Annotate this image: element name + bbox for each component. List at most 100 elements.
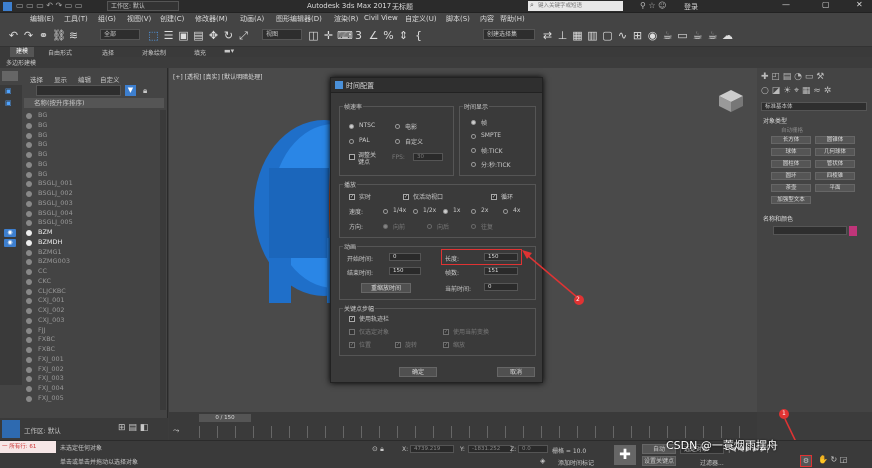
search-input[interactable]: 键入关键字或短语 — [528, 1, 623, 11]
loop-checkbox[interactable]: ✓ — [491, 194, 497, 200]
end-time-input[interactable]: 150 — [389, 267, 421, 275]
scene-explorer-icon[interactable]: ▦ — [571, 29, 584, 43]
scene-object-row[interactable]: CXJ_003 — [24, 316, 164, 326]
frame-ticks-radio[interactable] — [471, 148, 476, 153]
command-panel-tabs[interactable]: ✚ ◰ ▤ ◔ ▭ ⚒ — [761, 72, 824, 82]
scene-object-row[interactable]: CXJ_001 — [24, 296, 164, 306]
bind-spacewarp-icon[interactable]: ≋ — [67, 29, 80, 43]
mirror-icon[interactable]: ⇄ — [541, 29, 554, 43]
speed-half-radio[interactable] — [413, 209, 418, 214]
object-bulb-icon[interactable] — [26, 200, 32, 207]
keyboard-shortcut-icon[interactable]: ⌨ — [337, 29, 353, 43]
geosphere-button[interactable]: 几何球体 — [815, 148, 855, 156]
object-bulb-icon[interactable] — [26, 347, 32, 353]
help-icons[interactable]: ⚲ ☆ ☺ — [640, 1, 666, 10]
object-bulb-icon[interactable] — [26, 122, 32, 129]
current-time-input[interactable]: 0 — [484, 283, 518, 291]
pal-radio[interactable] — [349, 139, 354, 144]
object-bulb-icon[interactable] — [26, 269, 32, 275]
maximize-button[interactable]: ▢ — [822, 0, 830, 9]
render-setup-icon[interactable]: ☕ — [661, 29, 674, 43]
ribbon-tab-freeform[interactable]: 自由形式 — [48, 48, 72, 57]
menu-customize[interactable]: 自定义(U) — [405, 14, 437, 24]
object-bulb-icon[interactable] — [26, 210, 32, 217]
object-bulb-icon[interactable] — [26, 171, 32, 178]
scene-object-row[interactable]: FXBC — [24, 345, 164, 355]
active-viewport-checkbox[interactable]: ✓ — [403, 194, 409, 200]
add-time-tag[interactable]: 添加时间标记 — [558, 458, 594, 467]
maxscript-listener[interactable]: 一 所有行: 61 — [0, 441, 56, 453]
object-bulb-icon[interactable] — [26, 220, 32, 227]
visibility-eye-icon[interactable]: ◉ — [4, 229, 16, 237]
filter-icon[interactable]: ▼ — [125, 85, 136, 96]
select-by-name-icon[interactable]: ☰ — [162, 29, 175, 43]
object-bulb-icon[interactable] — [26, 191, 32, 197]
a360-icon[interactable]: ☁ — [721, 29, 734, 43]
object-bulb-icon[interactable] — [26, 249, 32, 256]
object-bulb-icon[interactable] — [26, 308, 32, 314]
scale-checkbox[interactable]: ✓ — [443, 342, 449, 348]
reference-coord-dropdown[interactable]: 视图 — [262, 29, 302, 40]
render-icon[interactable]: ☕ — [691, 29, 704, 43]
scene-object-row[interactable]: BG — [24, 140, 164, 150]
menu-modifiers[interactable]: 修改器(M) — [195, 14, 228, 24]
object-bulb-icon[interactable] — [26, 366, 32, 373]
menu-content[interactable]: 内容 — [480, 14, 494, 24]
scene-object-row[interactable]: FXJ_005 — [24, 394, 164, 404]
rect-selection-icon[interactable]: ▣ — [177, 29, 190, 43]
adjust-keys-checkbox[interactable] — [349, 154, 355, 160]
time-slider[interactable]: 0 / 150 — [199, 414, 251, 422]
x-coord-input[interactable]: 4739.219 — [410, 445, 454, 453]
plane-button[interactable]: 平面 — [815, 184, 855, 192]
percent-snap-icon[interactable]: % — [382, 29, 395, 43]
mmss-ticks-radio[interactable] — [471, 162, 476, 167]
scene-object-row[interactable]: BSGLJ_002 — [24, 189, 164, 199]
speed-quarter-radio[interactable] — [383, 209, 388, 214]
ribbon-options-icon[interactable]: ▬▾ — [224, 47, 234, 55]
menu-graph-editors[interactable]: 图形编辑器(D) — [276, 14, 322, 24]
speed-1x-radio[interactable] — [443, 209, 448, 214]
selected-only-checkbox[interactable] — [349, 329, 355, 335]
ok-button[interactable]: 确定 — [399, 367, 437, 377]
object-bulb-icon[interactable] — [26, 356, 32, 363]
object-bulb-icon[interactable] — [26, 337, 32, 344]
object-bulb-icon[interactable] — [26, 230, 32, 236]
select-object-icon[interactable]: ⬚ — [147, 29, 160, 43]
menu-help[interactable]: 帮助(H) — [500, 14, 525, 24]
visibility-eye-icon[interactable]: ◉ — [4, 238, 16, 247]
name-color-rollout[interactable]: 名称和颜色 — [763, 214, 793, 223]
tube-button[interactable]: 管状体 — [815, 160, 855, 168]
scene-object-row[interactable]: CKC — [24, 277, 164, 287]
login-button[interactable]: 登录 — [684, 2, 698, 12]
textplus-button[interactable]: 加强型文本 — [771, 196, 811, 204]
scale-icon[interactable]: ⤢ — [237, 29, 250, 43]
schematic-view-icon[interactable]: ⊞ — [631, 29, 644, 43]
frames-radio[interactable] — [471, 120, 476, 125]
scene-object-row[interactable]: BSGLJ_003 — [24, 199, 164, 209]
scene-object-row[interactable]: BG — [24, 111, 164, 121]
menu-edit[interactable]: 编辑(E) — [30, 14, 54, 24]
scene-object-row[interactable]: BG — [24, 150, 164, 160]
viewcube-icon[interactable] — [714, 84, 748, 114]
object-bulb-icon[interactable] — [26, 132, 32, 139]
object-bulb-icon[interactable] — [26, 113, 32, 119]
trackbar-icon[interactable]: ⤳ — [173, 426, 179, 436]
ribbon-polymodeling-label[interactable]: 多边形建模 — [6, 58, 36, 67]
scene-object-row[interactable]: FXJ_004 — [24, 384, 164, 394]
time-tag-icon[interactable]: ◈ — [540, 457, 545, 465]
object-bulb-icon[interactable] — [26, 298, 32, 305]
menu-civil-view[interactable]: Civil View — [364, 14, 398, 22]
object-bulb-icon[interactable] — [26, 288, 32, 295]
menu-animation[interactable]: 动画(A) — [240, 14, 264, 24]
rescale-time-button[interactable]: 重缩放时间 — [361, 283, 411, 293]
smpte-radio[interactable] — [471, 134, 476, 139]
scene-object-row[interactable]: CLJCKBC — [24, 287, 164, 297]
pivot-icon[interactable]: ◫ — [307, 29, 320, 43]
scene-object-row[interactable]: BSGLJ_005 — [24, 218, 164, 228]
menu-scripting[interactable]: 脚本(S) — [446, 14, 470, 24]
scene-object-row[interactable]: FXJ_002 — [24, 365, 164, 375]
layer-explorer-icon[interactable]: ▥ — [586, 29, 599, 43]
move-icon[interactable]: ✥ — [207, 29, 220, 43]
scene-object-row[interactable]: BZMG003 — [24, 257, 164, 267]
ribbon-tab-selection[interactable]: 选择 — [102, 48, 114, 57]
